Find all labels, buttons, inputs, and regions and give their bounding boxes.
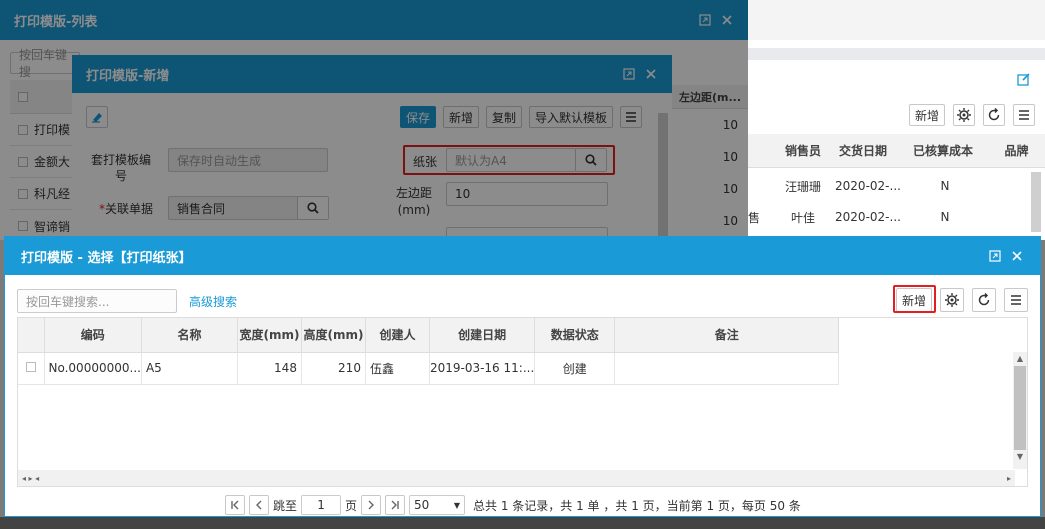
page-size-select[interactable]: 50 ▼ bbox=[409, 495, 466, 515]
page-number-input[interactable]: 1 bbox=[301, 495, 342, 515]
menu-button[interactable] bbox=[1004, 288, 1028, 312]
chevron-right-icon bbox=[368, 500, 375, 510]
menu-button[interactable] bbox=[1013, 104, 1035, 126]
prev-page-button[interactable] bbox=[249, 495, 269, 515]
first-page-button[interactable] bbox=[225, 495, 245, 515]
row-checkbox[interactable] bbox=[25, 362, 36, 372]
grid-vertical-scrollbar[interactable]: ▲ ▼ bbox=[1013, 352, 1027, 469]
menu-icon bbox=[1019, 110, 1029, 120]
column-header[interactable]: 创建日期 bbox=[429, 318, 536, 353]
last-page-icon bbox=[391, 500, 399, 510]
add-highlight-box bbox=[893, 285, 936, 313]
next-page-button[interactable] bbox=[361, 495, 382, 515]
table-row[interactable]: No.00000000... A5 148 210 伍鑫 2019-03-16 … bbox=[18, 352, 840, 385]
column-header[interactable]: 宽度(mm) bbox=[237, 318, 302, 353]
goto-label: 跳至 bbox=[273, 498, 298, 513]
advanced-search-link[interactable]: 高级搜索 bbox=[189, 293, 237, 310]
first-page-icon bbox=[231, 500, 239, 510]
settings-button[interactable] bbox=[953, 104, 975, 126]
table-row[interactable]: 汪珊珊 2020-02-... N bbox=[748, 170, 1038, 202]
dialog-title: 打印模版 - 选择【打印纸张】 bbox=[21, 250, 192, 266]
column-header[interactable]: 创建人 bbox=[365, 318, 430, 353]
refresh-button[interactable] bbox=[972, 288, 996, 312]
paper-grid: 编码 名称 宽度(mm) 高度(mm) 创建人 创建日期 数据状态 备注 No.… bbox=[17, 317, 1028, 487]
scroll-left-arrow[interactable]: ◂ ▸ ◂ bbox=[22, 474, 39, 483]
right-grid-header: 销售员 交货日期 已核算成本 品牌 bbox=[748, 134, 1045, 168]
pager: 跳至 1 页 50 ▼ 总共 1 条记录，共 1 单 ，共 1 页，当前第 1 … bbox=[225, 495, 801, 515]
column-header[interactable]: 数据状态 bbox=[534, 318, 616, 353]
column-header[interactable]: 备注 bbox=[614, 318, 840, 353]
column-header[interactable]: 高度(mm) bbox=[301, 318, 366, 353]
table-row[interactable]: 售 叶佳 2020-02-... N bbox=[748, 201, 1038, 233]
column-header[interactable]: 名称 bbox=[141, 318, 238, 353]
gear-icon bbox=[945, 293, 959, 307]
right-add-button[interactable]: 新增 bbox=[908, 104, 945, 126]
last-page-button[interactable] bbox=[385, 495, 406, 515]
dialog-search-input[interactable]: 按回车键搜索... bbox=[17, 289, 177, 313]
right-scrollbar[interactable] bbox=[1031, 172, 1041, 232]
refresh-icon bbox=[978, 293, 990, 306]
modal-overlay-bottom bbox=[0, 517, 1045, 529]
scroll-up-arrow[interactable]: ▲ bbox=[1013, 352, 1027, 366]
right-list-panel: 新增 销售员 交货日期 已核算成本 品牌 汪珊珊 2020-02-... N 售… bbox=[748, 0, 1045, 240]
gear-icon bbox=[957, 108, 971, 122]
pager-summary: 总共 1 条记录，共 1 单 ，共 1 页，当前第 1 页，每页 50 条 bbox=[473, 498, 801, 513]
edit-icon[interactable] bbox=[1017, 72, 1031, 86]
refresh-button[interactable] bbox=[983, 104, 1005, 126]
chevron-left-icon bbox=[256, 500, 262, 510]
maximize-icon[interactable] bbox=[988, 249, 1002, 263]
dialog-titlebar: 打印模版 - 选择【打印纸张】 bbox=[5, 237, 1040, 275]
dropdown-arrow-icon: ▼ bbox=[453, 500, 461, 510]
modal-overlay bbox=[0, 0, 748, 240]
scrollbar-thumb[interactable] bbox=[1014, 366, 1026, 450]
grid-header: 编码 名称 宽度(mm) 高度(mm) 创建人 创建日期 数据状态 备注 bbox=[18, 318, 840, 353]
select-paper-dialog: 打印模版 - 选择【打印纸张】 按回车键搜索... 高级搜索 新增 编码 名称 … bbox=[4, 236, 1041, 517]
menu-icon bbox=[1011, 295, 1021, 305]
column-header[interactable]: 编码 bbox=[44, 318, 142, 353]
grid-horizontal-scrollbar[interactable]: ◂ ▸ ◂ ▸ bbox=[18, 470, 1015, 486]
scroll-right-arrow[interactable]: ▸ bbox=[1007, 474, 1011, 483]
page-unit-label: 页 bbox=[345, 498, 358, 513]
scroll-down-arrow[interactable]: ▼ bbox=[1013, 450, 1027, 464]
close-icon[interactable] bbox=[1010, 249, 1024, 263]
settings-button[interactable] bbox=[940, 288, 964, 312]
refresh-icon bbox=[988, 108, 1000, 121]
